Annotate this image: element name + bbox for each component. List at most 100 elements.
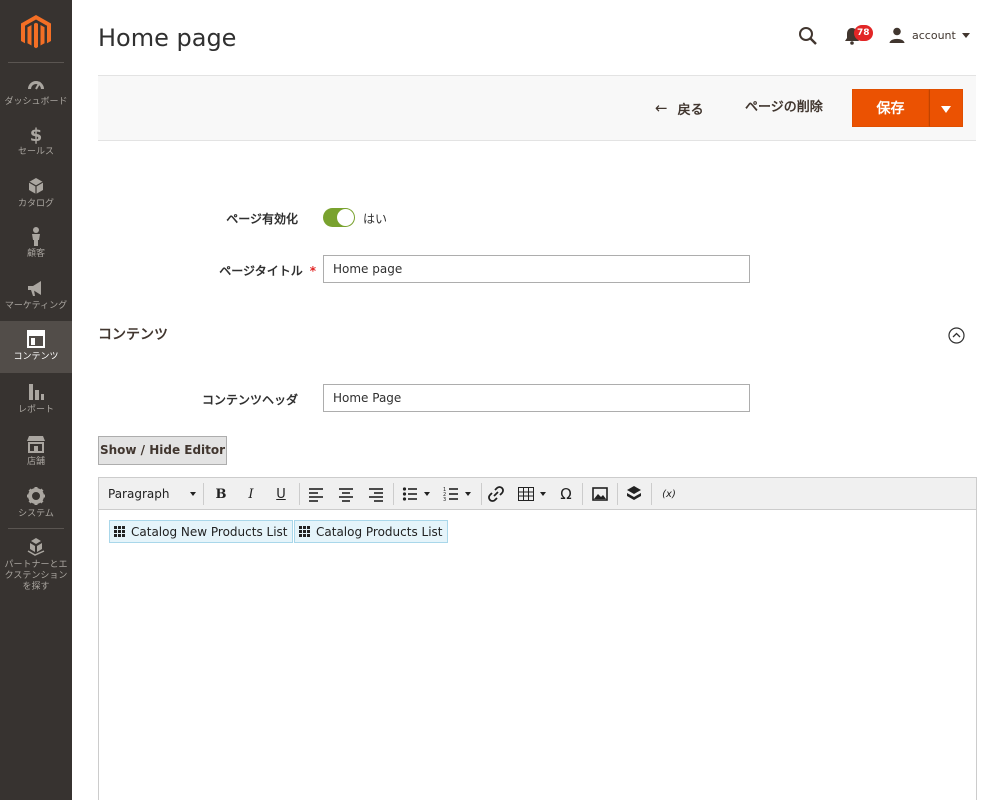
chevron-down-icon [540, 492, 546, 496]
sidebar-divider [8, 528, 64, 529]
enable-page-value: はい [363, 212, 388, 226]
page-title-input[interactable] [323, 255, 750, 283]
table-icon [518, 487, 534, 501]
sidebar-item-label: 店舗 [26, 457, 45, 467]
arrow-left-icon: ← [655, 99, 668, 117]
sidebar-item-content[interactable]: コンテンツ [0, 321, 72, 373]
back-label: 戻る [677, 102, 704, 118]
cube-icon [28, 178, 44, 194]
dollar-icon: $ [30, 125, 43, 144]
sidebar-item-label: コンテンツ [13, 352, 59, 362]
gear-icon [27, 487, 45, 505]
page-actions-bar [98, 75, 976, 141]
grid-icon [114, 526, 125, 537]
required-marker: * [309, 264, 316, 278]
widget-label: Catalog New Products List [131, 524, 288, 539]
sidebar-item-label: パートナーとエ クステンション を探す [4, 560, 68, 592]
table-button[interactable] [515, 484, 549, 504]
format-select[interactable]: Paragraph [108, 484, 196, 504]
magento-logo-icon[interactable] [19, 14, 53, 50]
grid-icon [299, 526, 310, 537]
sidebar-item-reports[interactable]: レポート [0, 382, 72, 422]
store-icon [27, 436, 45, 453]
widget-icon[interactable] [623, 484, 645, 504]
link-icon[interactable] [486, 484, 506, 504]
content-heading-label: コンテンツヘッダ [201, 393, 298, 407]
person-icon [32, 227, 40, 246]
insert-variable-icon[interactable]: (x) [657, 484, 681, 504]
chevron-down-icon [941, 106, 951, 113]
sidebar-item-label: マーケティング [4, 301, 68, 311]
save-options-toggle[interactable] [929, 89, 963, 127]
page-title: Home page [98, 24, 237, 52]
sidebar-item-catalog[interactable]: カタログ [0, 176, 72, 216]
save-button[interactable]: 保存 [852, 89, 929, 127]
underline-icon[interactable]: U [271, 484, 291, 504]
special-character-icon[interactable]: Ω [555, 484, 577, 504]
sidebar-item-stores[interactable]: 店舗 [0, 434, 72, 474]
format-select-value: Paragraph [108, 487, 170, 501]
numbered-list-icon: 123 [443, 487, 458, 502]
toggle-knob [337, 209, 354, 226]
sidebar-item-marketing[interactable]: マーケティング [0, 278, 72, 318]
boxes-icon [27, 538, 45, 556]
sidebar-item-partners-extensions[interactable]: パートナーとエ クステンション を探す [0, 537, 72, 595]
show-hide-editor-button[interactable]: Show / Hide Editor [98, 436, 227, 465]
chevron-down-icon [190, 492, 196, 496]
toolbar-divider [582, 483, 583, 505]
delete-page-button[interactable]: ページの削除 [745, 98, 823, 118]
toolbar-divider [617, 483, 618, 505]
widget-catalog-products-list[interactable]: Catalog Products List [294, 520, 448, 543]
enable-page-toggle[interactable] [323, 208, 355, 227]
admin-sidebar: ダッシュボード $ セールス カタログ 顧客 マーケティング コンテンツ レポー… [0, 0, 72, 800]
wysiwyg-editor: Paragraph B I U 123 Ω (x) Catalog New Pr… [98, 477, 977, 800]
notifications-badge[interactable]: 78 [854, 25, 873, 41]
dashboard-icon [28, 81, 44, 90]
megaphone-icon [28, 281, 41, 296]
chevron-down-icon [465, 492, 471, 496]
back-button[interactable]: ← 戻る [655, 98, 704, 118]
content-heading-input[interactable] [323, 384, 750, 412]
bullet-list-icon [402, 487, 417, 501]
sidebar-item-label: ダッシュボード [4, 97, 68, 107]
toolbar-divider [481, 483, 482, 505]
toolbar-divider [299, 483, 300, 505]
toolbar-divider [651, 483, 652, 505]
editor-toolbar: Paragraph B I U 123 Ω (x) [99, 478, 976, 510]
chevron-up-circle-icon[interactable] [948, 327, 965, 344]
content-section-title[interactable]: コンテンツ [98, 324, 168, 344]
align-left-icon[interactable] [306, 484, 326, 504]
widget-catalog-new-products[interactable]: Catalog New Products List [109, 520, 293, 543]
sidebar-item-label: 顧客 [26, 249, 45, 259]
align-right-icon[interactable] [366, 484, 386, 504]
numbered-list-button[interactable]: 123 [440, 484, 474, 504]
page-title-label: ページタイトル * [160, 262, 316, 279]
widget-label: Catalog Products List [316, 524, 443, 539]
sidebar-divider [8, 62, 64, 63]
italic-icon[interactable]: I [241, 484, 261, 504]
sidebar-item-system[interactable]: システム [0, 486, 72, 526]
svg-text:3: 3 [443, 497, 446, 502]
bold-icon[interactable]: B [211, 484, 231, 504]
sidebar-item-label: セールス [17, 147, 54, 157]
align-center-icon[interactable] [336, 484, 356, 504]
bullet-list-button[interactable] [399, 484, 433, 504]
account-name: account [912, 28, 956, 42]
enable-page-label: ページ有効化 [226, 212, 298, 226]
chevron-down-icon [961, 32, 970, 38]
sidebar-item-customers[interactable]: 顧客 [0, 226, 72, 266]
account-menu[interactable]: account [889, 26, 970, 44]
svg-text:$: $ [30, 125, 43, 144]
toolbar-divider [203, 483, 204, 505]
sidebar-item-label: カタログ [17, 199, 54, 209]
image-icon[interactable] [590, 484, 610, 504]
sidebar-item-sales[interactable]: $ セールス [0, 124, 72, 164]
sidebar-item-label: システム [18, 509, 54, 519]
toolbar-divider [393, 483, 394, 505]
chevron-down-icon [424, 492, 430, 496]
page-title-label-text: ページタイトル [219, 264, 303, 278]
user-icon [889, 27, 905, 43]
search-icon[interactable] [798, 26, 818, 46]
sidebar-item-dashboard[interactable]: ダッシュボード [0, 74, 72, 114]
sidebar-item-label: レポート [17, 405, 54, 415]
